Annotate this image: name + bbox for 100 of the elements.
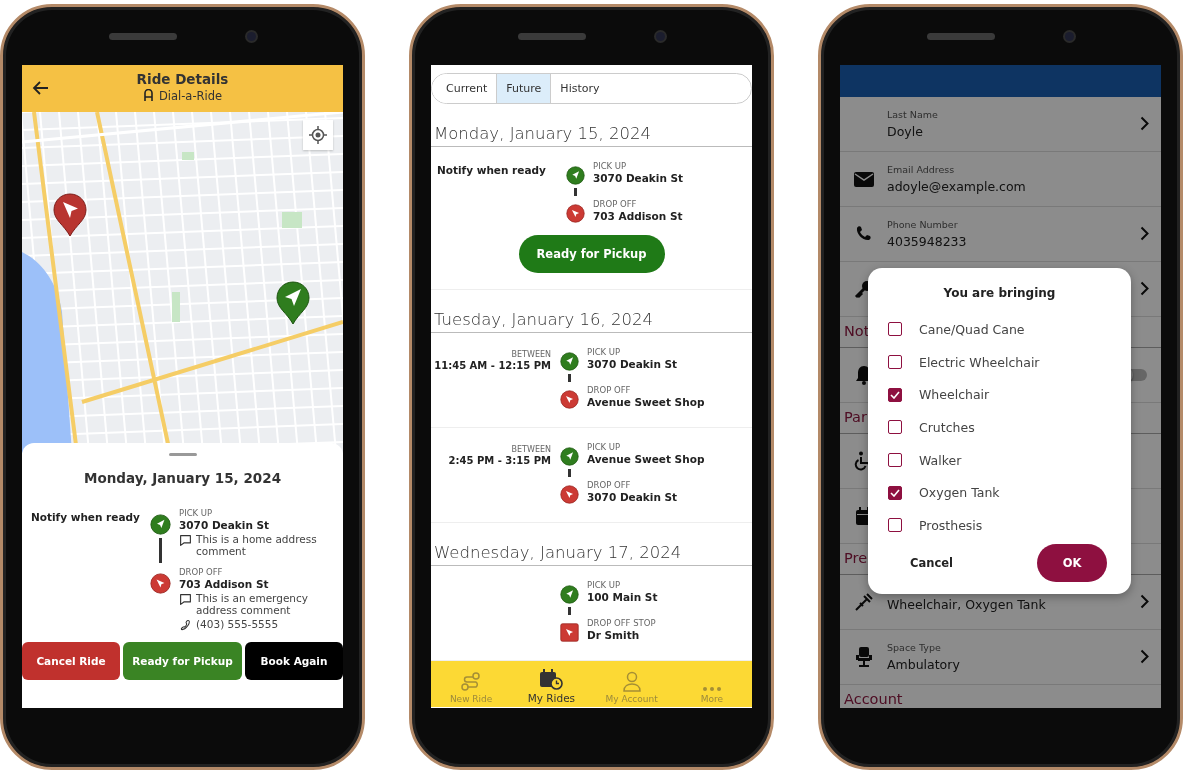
date-heading: Wednesday, January 17, 2024 [431,543,752,566]
field-label: Space Type [887,642,942,653]
field-value: 4035948233 [887,234,968,249]
comment-icon [179,593,192,606]
field-label: Phone Number [887,219,959,230]
phone-icon [854,225,873,243]
dropoff-icon [565,204,585,223]
field-label: Last Name [887,109,939,120]
speaker-grille-icon [109,32,177,40]
nav-tab[interactable]: My Rides [511,661,592,707]
notify-label: Notify when ready [31,510,141,525]
checkbox-label: Crutches [919,419,975,435]
stop-address: 100 Main St [587,591,659,603]
back-arrow-icon[interactable] [32,79,50,97]
seat-icon [142,89,154,102]
between-label: BETWEEN [510,350,551,359]
stop-type-label: DROP OFF STOP [587,618,657,628]
contact-phone: (403) 555-5555 [196,618,279,630]
sheet-handle[interactable] [168,453,197,456]
chevron-right-icon[interactable] [1140,649,1149,664]
locate-button[interactable] [303,120,333,150]
date-heading: Tuesday, January 16, 2024 [431,310,752,333]
stop-address: 703 Addison St [179,578,270,590]
stop-type-label: DROP OFF [587,480,632,490]
stop-address: Dr Smith [587,629,641,641]
checkbox[interactable] [888,453,902,468]
camera-icon [1065,31,1074,41]
cancel-button[interactable]: Cancel [894,545,969,580]
speaker-grille-icon [518,32,586,40]
ok-button[interactable]: OK [1037,543,1107,582]
checkbox-label: Walker [919,452,962,468]
tab[interactable]: Future [496,74,551,103]
checkbox[interactable] [888,322,902,337]
envelope-icon [853,171,874,187]
checkbox[interactable] [888,420,902,435]
screen-title: Ride Details [135,71,230,87]
stop-type-label: PICK UP [587,347,622,357]
time-window: 11:45 AM - 12:15 PM [431,359,551,373]
comment-icon [179,534,192,547]
chevron-right-icon[interactable] [1140,116,1149,131]
pickup-icon [559,352,579,371]
dropoff-icon [149,573,171,594]
stop-type-label: DROP OFF [593,199,638,209]
chevron-right-icon[interactable] [1140,226,1149,241]
pickup-pin-icon [275,280,311,326]
crutch-icon [853,592,874,612]
checkbox-label: Cane/Quad Cane [919,321,1025,337]
stop-address: 3070 Deakin St [179,519,271,531]
speaker-grille-icon [927,32,995,40]
pickup-icon [149,514,171,535]
stop-address: Avenue Sweet Shop [587,453,706,465]
book-again-button[interactable]: Book Again [245,642,343,680]
calendar-clock-icon [539,669,564,690]
service-name: Dial-a-Ride [158,88,223,103]
section-heading: Pre [844,550,868,566]
stop-type-label: DROP OFF [587,385,632,395]
dropoff-stop-icon [559,623,579,642]
checkbox[interactable] [888,387,902,402]
cancel-ride-button[interactable]: Cancel Ride [22,642,120,680]
checkbox-label: Electric Wheelchair [919,354,1040,370]
dropoff-icon [559,390,579,409]
checkbox[interactable] [888,518,902,533]
phone-icon [179,619,192,632]
dialog-title: You are bringing [942,286,1057,300]
stop-address: 3070 Deakin St [587,358,679,370]
route-icon [460,672,483,692]
time-window: 2:45 PM - 3:15 PM [431,454,551,468]
stop-comment: This is a home address comment [196,533,318,557]
field-value: Wheelchair, Oxygen Tank [887,596,1047,612]
ready-for-pickup-button[interactable]: Ready for Pickup [123,642,242,680]
ride-date: Monday, January 15, 2024 [82,470,283,486]
section-heading: Account [844,691,903,707]
person-icon [621,671,642,692]
field-value: adoyle@example.com [887,179,1027,194]
stop-type-label: PICK UP [587,580,622,590]
chevron-right-icon[interactable] [1140,594,1149,609]
pickup-icon [559,585,579,604]
pickup-icon [559,447,579,466]
seat-icon [854,647,873,667]
camera-icon [656,31,665,41]
stop-address: 3070 Deakin St [593,172,685,184]
section-heading: Not [844,323,870,339]
chevron-right-icon[interactable] [1140,281,1149,296]
field-label: Email Address [887,164,956,175]
field-value: Doyle [887,124,924,139]
between-label: BETWEEN [510,445,551,454]
dropoff-pin-icon [52,192,88,238]
stop-comment: This is an emergency address comment [196,592,309,616]
dropoff-icon [559,485,579,504]
ready-for-pickup-button[interactable]: Ready for Pickup [518,235,665,273]
checkbox-label: Oxygen Tank [919,485,1000,501]
checkbox-label: Prosthesis [919,517,983,533]
stop-address: 703 Addison St [593,210,684,222]
stop-address: Avenue Sweet Shop [587,396,706,408]
notify-label: Notify when ready [436,163,547,178]
checkbox[interactable] [888,355,902,370]
stop-type-label: DROP OFF [179,567,224,577]
checkbox[interactable] [888,485,902,500]
stop-type-label: PICK UP [179,508,214,518]
pickup-icon [565,166,585,185]
